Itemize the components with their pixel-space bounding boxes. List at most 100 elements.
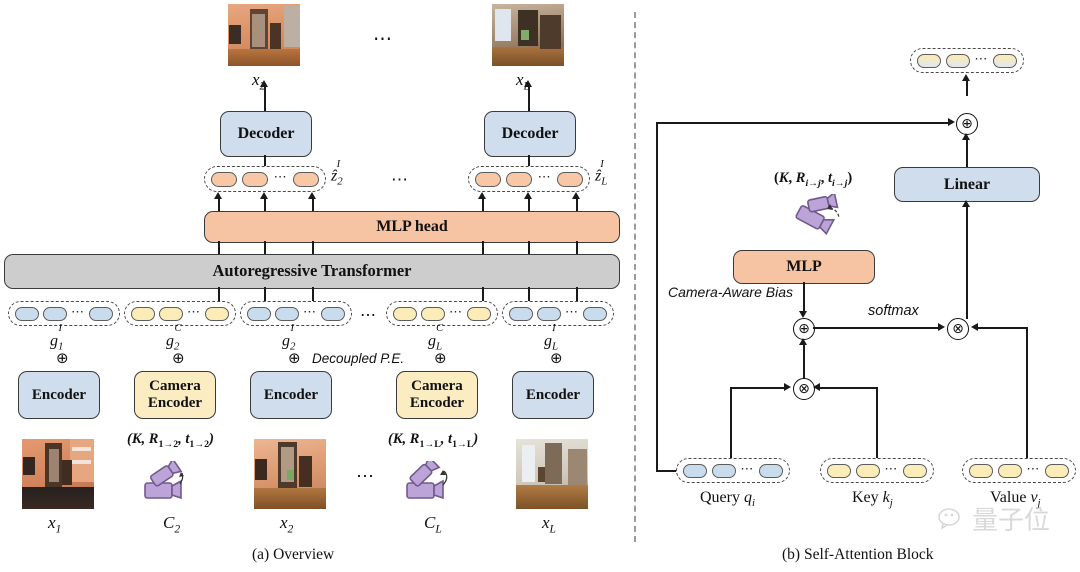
decoder-box-L-label: Decoder [501, 125, 559, 143]
input-photo-x1 [22, 439, 94, 509]
output-token-ellipsis-mid: ⋯ [391, 170, 411, 189]
camera-encoder-box-L[interactable]: Camera Encoder [396, 371, 478, 419]
encoder-box-1-label: Encoder [31, 386, 87, 403]
encoder-box-5-label: Encoder [525, 386, 581, 403]
camera-params-L: (K, R1→L, t1→L) [388, 431, 479, 450]
token [902, 463, 927, 478]
top-ellipsis: ⋯ [373, 29, 395, 50]
value-line-vertical [1026, 327, 1028, 471]
input-token-group-g2I: ⋯ [240, 301, 352, 326]
token [211, 171, 237, 187]
decoder-box-L[interactable]: Decoder [484, 111, 576, 157]
token-ellipsis: ⋯ [537, 169, 552, 184]
watermark-text: 量子位 [972, 506, 1051, 536]
mlp-head-bar[interactable]: MLP head [204, 211, 620, 243]
watermark: 量子位 [938, 500, 1050, 537]
input-photo-x2 [254, 439, 326, 509]
encoder-box-3[interactable]: Encoder [250, 371, 332, 419]
oplus-2: ⊕ [172, 349, 185, 367]
input-token-ellipsis-mid: ⋯ [360, 307, 379, 324]
token-ellipsis: ⋯ [1026, 460, 1041, 476]
oplus-3: ⊕ [288, 349, 301, 367]
linear-box[interactable]: Linear [894, 167, 1040, 202]
token [992, 53, 1017, 68]
token [1044, 463, 1069, 478]
autoregressive-transformer-label: Autoregressive Transformer [212, 261, 412, 281]
token [131, 306, 155, 321]
input-photo-xL [516, 439, 588, 509]
token-ellipsis: ⋯ [187, 303, 201, 319]
mlp-box-label: MLP [786, 258, 822, 276]
key-line-horizontal [820, 387, 877, 389]
token-ellipsis: ⋯ [565, 303, 579, 319]
token [292, 171, 319, 187]
attention-weight-multiply-operator: ⊗ [947, 318, 969, 340]
qk-multiply-operator: ⊗ [793, 378, 815, 400]
input-photo-xL-caption: xL [542, 513, 556, 536]
camera-L-caption: CL [424, 513, 442, 536]
token [275, 306, 299, 321]
encoder-box-1[interactable]: Encoder [18, 371, 100, 419]
autoregressive-transformer-bar[interactable]: Autoregressive Transformer [4, 254, 620, 289]
token [247, 306, 271, 321]
output-photo-x2 [228, 4, 300, 66]
camera-encoder-box-L-label2: Encoder [409, 395, 465, 411]
token [969, 463, 993, 478]
residual-line-top [656, 122, 950, 124]
token [393, 306, 417, 321]
panel-b-caption: (b) Self-Attention Block [782, 546, 934, 563]
camera-2-caption: C2 [163, 513, 181, 536]
decoupled-pe-label: Decoupled P.E. [312, 351, 405, 366]
encoder-box-5[interactable]: Encoder [512, 371, 594, 419]
residual-add-operator: ⊕ [956, 113, 978, 135]
input-photo-x2-caption: x2 [280, 513, 294, 536]
token [321, 306, 345, 321]
mlp-box[interactable]: MLP [733, 250, 875, 284]
token [537, 306, 561, 321]
attention-output-token-group: ⋯ [910, 48, 1024, 73]
camera-encoder-box-2[interactable]: Camera Encoder [134, 371, 216, 419]
output-token-group-L: ⋯ [468, 166, 590, 192]
mlp-head-label: MLP head [376, 218, 448, 236]
oplus-4: ⊕ [434, 349, 447, 367]
decoder-box-2[interactable]: Decoder [220, 111, 312, 157]
camera-aware-bias-label: Camera-Aware Bias [668, 284, 794, 300]
query-line-horizontal [730, 387, 787, 389]
linear-box-label: Linear [943, 175, 991, 193]
value-token-group: ⋯ [962, 458, 1076, 483]
token [421, 306, 445, 321]
query-label: Query qi [700, 489, 756, 510]
figure-root: x2 xL ⋯ Decoder Decoder ⋯ ẑ2I ⋯ ẑLI ⋯ ML… [0, 0, 1080, 572]
key-label: Key kj [852, 489, 893, 510]
token [159, 306, 183, 321]
token [475, 171, 501, 187]
token-ellipsis: ⋯ [740, 460, 755, 476]
token-ellipsis: ⋯ [449, 303, 463, 319]
camera-icon-attention [795, 194, 840, 236]
output-token-label-L: ẑLI [595, 159, 608, 188]
oplus-5: ⊕ [550, 349, 563, 367]
token [509, 306, 533, 321]
token [205, 306, 229, 321]
input-token-group-gLI: ⋯ [502, 301, 614, 326]
output-photo-xL [492, 4, 564, 66]
token [945, 53, 970, 68]
token-ellipsis: ⋯ [273, 169, 288, 184]
encoder-box-3-label: Encoder [263, 386, 319, 403]
token-ellipsis: ⋯ [303, 303, 317, 319]
query-token-group: ⋯ [676, 458, 790, 483]
residual-line-vertical [656, 123, 658, 471]
token [89, 306, 113, 321]
token [758, 463, 783, 478]
token [583, 306, 607, 321]
input-token-group-g1I: ⋯ [8, 301, 120, 326]
token [467, 306, 491, 321]
attention-camera-params: (K, Ri→j, ti→j) [774, 170, 853, 189]
key-token-group: ⋯ [820, 458, 934, 483]
token [855, 463, 880, 478]
camera-encoder-box-2-label1: Camera [149, 378, 201, 395]
token [15, 306, 39, 321]
bias-add-operator: ⊕ [793, 318, 815, 340]
wechat-icon [938, 507, 960, 530]
value-line-horizontal [978, 327, 1027, 329]
